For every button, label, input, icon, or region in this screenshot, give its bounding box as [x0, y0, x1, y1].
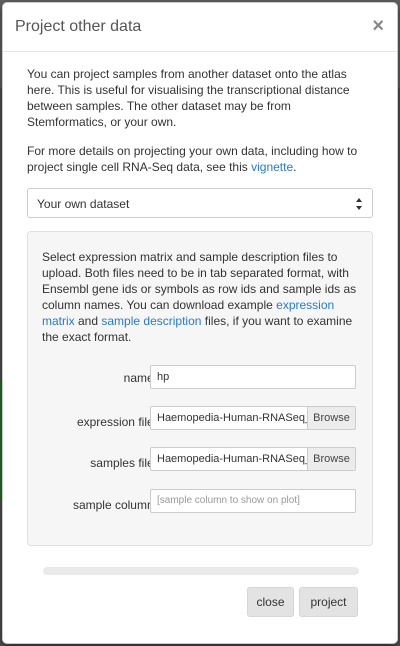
expression-file-row: expression file: Haemopedia-Human-RNASeq…: [28, 406, 372, 430]
vignette-link[interactable]: vignette: [251, 160, 293, 174]
sample-description-link[interactable]: sample description: [101, 314, 201, 328]
details-prefix: For more details on projecting your own …: [27, 144, 358, 174]
project-data-modal: Project other data × You can project sam…: [2, 2, 398, 644]
sample-column-input[interactable]: [sample column to show on plot]: [150, 489, 356, 513]
expression-file-input[interactable]: Haemopedia-Human-RNASeq_cpm.txt Browse: [150, 406, 356, 430]
project-button[interactable]: project: [299, 587, 358, 617]
modal-body: You can project samples from another dat…: [3, 52, 397, 546]
sort-caret-icon: [356, 198, 362, 210]
upload-desc-part2: and: [74, 314, 102, 328]
source-select[interactable]: Your own dataset: [27, 188, 373, 218]
details-suffix: .: [293, 160, 297, 174]
name-input[interactable]: hp: [150, 365, 356, 389]
sample-column-row: sample column: [sample column to show on…: [28, 489, 372, 513]
samples-file-label: samples file:: [90, 456, 157, 470]
source-select-value: Your own dataset: [37, 197, 130, 211]
expression-file-name: Haemopedia-Human-RNASeq_cpm.txt: [157, 412, 307, 424]
samples-file-input[interactable]: Haemopedia-Human-RNASeq_samples.txt Brow…: [150, 447, 356, 471]
close-icon[interactable]: ×: [372, 15, 384, 37]
name-row: name: hp: [28, 365, 372, 389]
details-text: For more details on projecting your own …: [27, 143, 373, 175]
samples-file-name: Haemopedia-Human-RNASeq_samples.txt: [157, 453, 307, 465]
upload-progress-bar: [43, 567, 359, 575]
expression-browse-button[interactable]: Browse: [307, 407, 355, 429]
expression-file-label: expression file:: [76, 415, 157, 429]
close-button[interactable]: close: [247, 587, 294, 617]
modal-header: Project other data ×: [3, 3, 397, 52]
samples-file-row: samples file: Haemopedia-Human-RNASeq_sa…: [28, 447, 372, 471]
intro-text: You can project samples from another dat…: [27, 67, 350, 129]
upload-description: Select expression matrix and sample desc…: [42, 249, 358, 345]
samples-browse-button[interactable]: Browse: [307, 448, 355, 470]
upload-panel: Select expression matrix and sample desc…: [27, 231, 373, 546]
modal-title: Project other data: [15, 18, 142, 35]
sample-column-label: sample column:: [72, 498, 157, 512]
